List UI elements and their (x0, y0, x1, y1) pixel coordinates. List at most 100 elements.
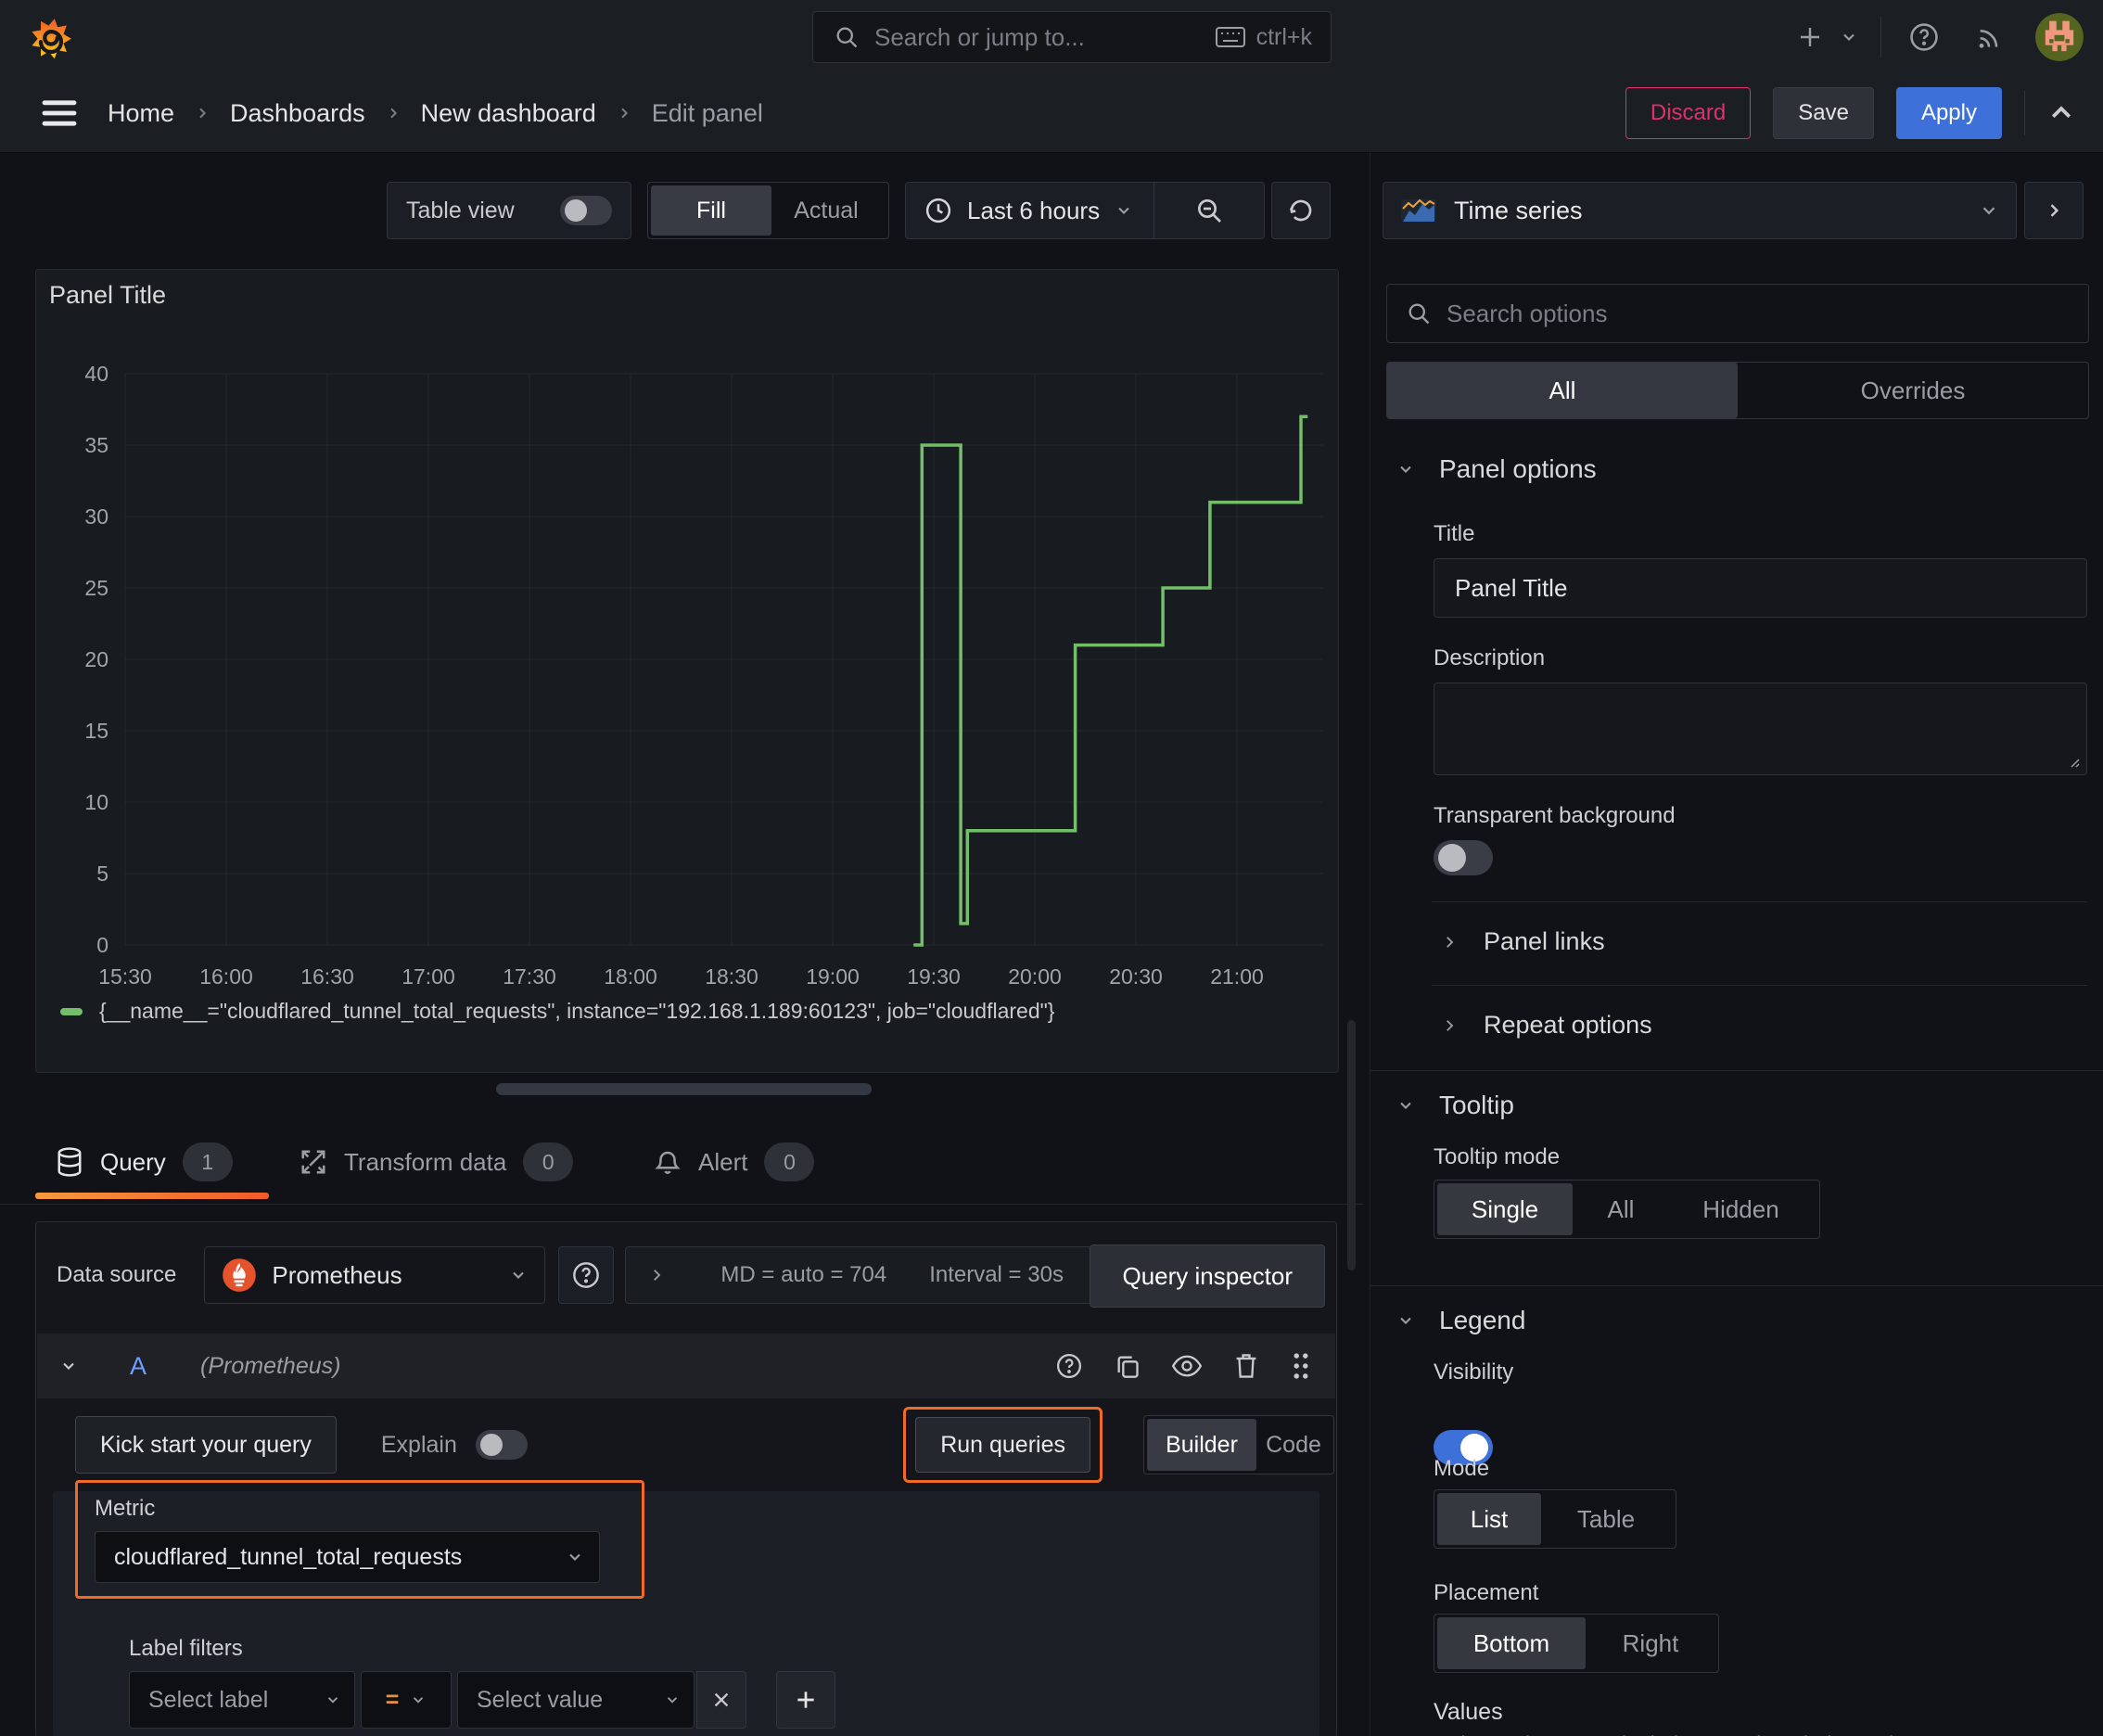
chevron-down-icon[interactable] (1840, 28, 1858, 46)
svg-text:20:30: 20:30 (1109, 964, 1163, 989)
query-inspector-button[interactable]: Query inspector (1090, 1245, 1325, 1308)
toggle-pane-button[interactable] (2024, 182, 2084, 239)
kick-start-button[interactable]: Kick start your query (75, 1416, 337, 1474)
placement-right-option[interactable]: Right (1586, 1617, 1715, 1669)
breadcrumb-new-dashboard[interactable]: New dashboard (421, 99, 596, 128)
collapse-up-icon[interactable] (2047, 99, 2075, 127)
visualization-value: Time series (1454, 196, 1583, 224)
options-search-icon (1406, 300, 1432, 326)
tab-transform[interactable]: Transform data 0 (300, 1127, 574, 1197)
time-chevron-down-icon[interactable] (1115, 201, 1133, 220)
builder-option[interactable]: Builder (1147, 1419, 1256, 1471)
datasource-help-button[interactable] (558, 1246, 615, 1304)
time-range-label[interactable]: Last 6 hours (967, 197, 1100, 225)
duplicate-icon[interactable] (1115, 1353, 1141, 1379)
query-options-bar[interactable]: MD = auto = 704 Interval = 30s Query ins… (625, 1245, 1325, 1308)
tab-query[interactable]: Query 1 (56, 1127, 233, 1197)
select-label-dropdown[interactable]: Select label (129, 1671, 355, 1729)
description-textarea[interactable] (1434, 683, 2087, 775)
legend-label[interactable]: {__name__="cloudflared_tunnel_total_requ… (99, 999, 1054, 1024)
query-row-header[interactable]: A (Prometheus) (37, 1334, 1335, 1398)
legend-mode-label: Mode (1434, 1456, 1490, 1481)
breadcrumb-sep-icon (617, 106, 631, 121)
mode-table-option[interactable]: Table (1541, 1493, 1671, 1545)
datasource-row: Data source Prometheus MD = auto = 704 I… (47, 1245, 1325, 1308)
legend-chevron-down-icon (1396, 1311, 1415, 1330)
discard-button[interactable]: Discard (1625, 87, 1752, 139)
options-search[interactable]: Search options (1386, 284, 2089, 343)
breadcrumb: Home Dashboards New dashboard Edit panel (108, 74, 763, 152)
actual-option[interactable]: Actual (771, 185, 881, 236)
datasource-picker[interactable]: Prometheus (204, 1246, 546, 1304)
svg-text:30: 30 (84, 504, 108, 529)
panel-resize-handle[interactable] (496, 1083, 872, 1095)
time-series-chart[interactable]: 0 5 10 15 20 25 30 35 40 15:30 16:00 16:30 17:00 17:3… (36, 270, 1336, 993)
datasource-value: Prometheus (272, 1260, 402, 1289)
operator-dropdown[interactable]: = (361, 1671, 452, 1729)
visualization-picker[interactable]: Time series (1383, 182, 2017, 239)
breadcrumb-home[interactable]: Home (108, 99, 174, 128)
query-help-icon[interactable] (1055, 1352, 1083, 1380)
legend-header[interactable]: Legend (1396, 1306, 1525, 1335)
placement-bottom-option[interactable]: Bottom (1437, 1617, 1586, 1669)
svg-text:35: 35 (84, 433, 108, 457)
transparent-bg-toggle[interactable] (1434, 840, 1493, 875)
options-expand-icon[interactable] (648, 1267, 665, 1283)
title-input[interactable]: Panel Title (1434, 558, 2087, 618)
save-button[interactable]: Save (1773, 87, 1874, 139)
help-icon[interactable] (1904, 17, 1944, 57)
add-icon[interactable] (1790, 17, 1830, 57)
svg-text:17:30: 17:30 (503, 964, 556, 989)
select-value-dropdown[interactable]: Select value (457, 1671, 695, 1729)
mode-list-option[interactable]: List (1437, 1493, 1541, 1545)
datasource-chevron-down-icon (509, 1266, 528, 1284)
grafana-logo-icon[interactable] (26, 12, 76, 62)
eye-icon[interactable] (1172, 1355, 1202, 1377)
run-queries-button[interactable]: Run queries (915, 1417, 1090, 1473)
select-value-placeholder: Select value (477, 1686, 604, 1713)
clock-icon (924, 197, 952, 224)
tooltip-mode-segment: Single All Hidden (1434, 1180, 1820, 1239)
add-filter-button[interactable] (776, 1671, 835, 1729)
tab-alert[interactable]: Alert 0 (654, 1127, 815, 1197)
search-shortcut: ctrl+k (1255, 23, 1312, 50)
panel-links-header[interactable]: Panel links (1441, 927, 1605, 956)
fill-option[interactable]: Fill (651, 185, 771, 236)
tooltip-all-option[interactable]: All (1573, 1183, 1669, 1235)
query-collapse-icon[interactable] (59, 1357, 78, 1375)
drag-handle-icon[interactable] (1291, 1352, 1311, 1380)
news-icon[interactable] (1969, 17, 2009, 57)
editor-tabs: Query 1 Transform data 0 Alert 0 (0, 1127, 1363, 1205)
explain-label: Explain (380, 1431, 457, 1458)
query-options-md: MD = auto = 704 (720, 1262, 887, 1287)
avatar[interactable] (2035, 13, 2084, 61)
panel-links-title: Panel links (1484, 927, 1605, 955)
trash-icon[interactable] (1233, 1352, 1259, 1380)
panel-title[interactable]: Panel Title (49, 281, 166, 310)
tab-all[interactable]: All (1387, 363, 1738, 418)
tooltip-single-option[interactable]: Single (1437, 1183, 1573, 1235)
label-filters-row: Select label = Select value (129, 1671, 835, 1729)
global-search[interactable]: Search or jump to... ctrl+k (812, 11, 1332, 63)
tooltip-header[interactable]: Tooltip (1396, 1091, 1514, 1120)
code-option[interactable]: Code (1256, 1419, 1331, 1471)
panel-options-header[interactable]: Panel options (1396, 454, 1597, 484)
values-label: Values (1434, 1699, 1503, 1725)
metric-select[interactable]: cloudflared_tunnel_total_requests (95, 1531, 600, 1583)
nav-divider (2024, 91, 2025, 135)
refresh-button[interactable] (1271, 182, 1331, 239)
metric-chevron-down-icon (566, 1548, 584, 1566)
breadcrumb-dashboards[interactable]: Dashboards (230, 99, 365, 128)
table-view-toggle[interactable] (560, 196, 612, 225)
tab-overrides[interactable]: Overrides (1738, 363, 2088, 418)
query-ref-id[interactable]: A (130, 1352, 147, 1381)
explain-toggle[interactable] (475, 1430, 528, 1460)
tooltip-hidden-option[interactable]: Hidden (1669, 1183, 1813, 1235)
apply-button[interactable]: Apply (1895, 87, 2002, 139)
panel-links-chevron-right-icon (1441, 934, 1458, 951)
remove-filter-button[interactable] (696, 1671, 746, 1729)
zoom-out-icon[interactable] (1154, 196, 1264, 225)
menu-icon[interactable] (35, 93, 83, 134)
repeat-options-header[interactable]: Repeat options (1441, 1011, 1652, 1040)
chart-panel: Panel Title 0 5 10 15 20 25 30 35 40 15:30 16:00 16… (35, 269, 1339, 1073)
